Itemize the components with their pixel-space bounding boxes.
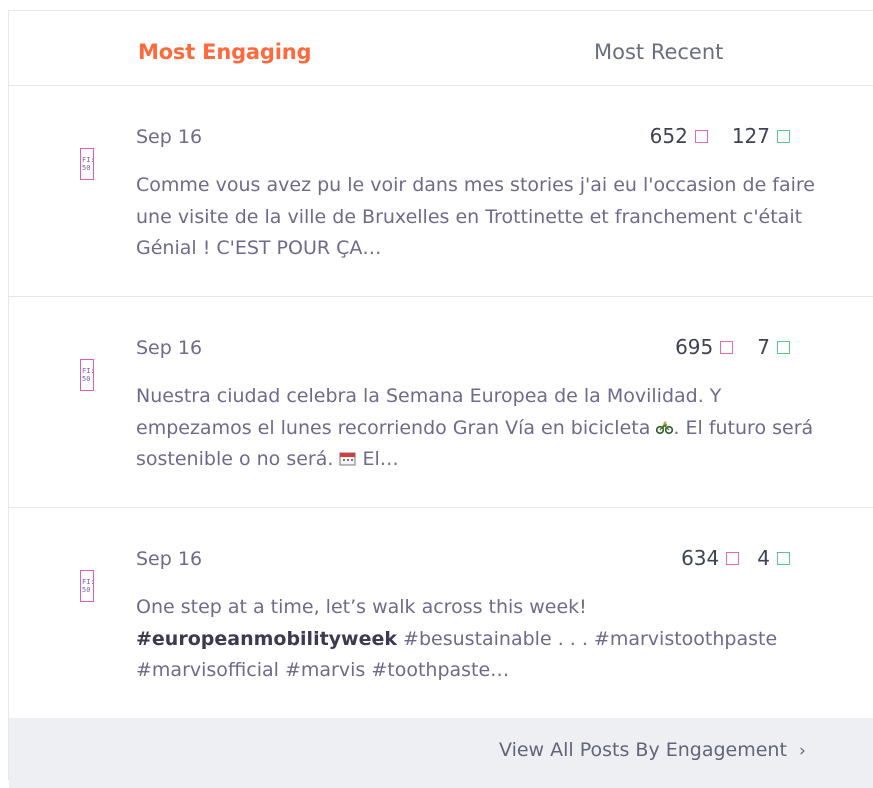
calendar-icon <box>339 452 356 466</box>
comment-count: 4 <box>757 546 770 570</box>
comment-icon <box>777 129 790 143</box>
bicycle-icon <box>656 421 674 434</box>
post-thumbnail[interactable]: FI: 50 <box>80 359 94 391</box>
post-text[interactable]: Comme vous avez pu le voir dans mes stor… <box>136 170 816 265</box>
post-text[interactable]: Nuestra ciudad celebra la Semana Europea… <box>136 381 816 476</box>
chevron-right-icon: › <box>798 741 806 761</box>
post-thumbnail[interactable]: FI: 50 <box>80 148 94 180</box>
post-stats: 652 127 <box>650 124 790 148</box>
post-hashtag-bold[interactable]: #europeanmobilityweek <box>136 628 397 650</box>
post-row[interactable]: FI: 50 Sep 16 634 4 One step at a time, … <box>9 508 873 719</box>
post-text-part: El… <box>356 448 399 470</box>
post-text-part: Nuestra ciudad celebra la Semana Europea… <box>136 385 722 439</box>
post-date: Sep 16 <box>136 548 203 570</box>
comment-icon <box>777 340 790 354</box>
post-row[interactable]: FI: 50 Sep 16 652 127 Comme vous avez pu… <box>9 86 873 297</box>
post-text-part: One step at a time, let’s walk across th… <box>136 596 587 618</box>
top-posts-panel: Most Engaging Most Recent FI: 50 Sep 16 … <box>8 10 873 788</box>
comment-count: 7 <box>757 335 770 359</box>
post-row[interactable]: FI: 50 Sep 16 695 7 Nuestra ciudad celeb… <box>9 297 873 508</box>
view-all-posts-link[interactable]: View All Posts By Engagement › <box>499 739 806 761</box>
panel-footer: View All Posts By Engagement › <box>9 718 873 788</box>
comment-count: 127 <box>731 124 770 148</box>
post-thumbnail[interactable]: FI: 50 <box>80 570 94 602</box>
post-date: Sep 16 <box>136 337 203 359</box>
tab-bar: Most Engaging Most Recent <box>9 11 873 86</box>
post-text[interactable]: One step at a time, let’s walk across th… <box>136 592 816 687</box>
engagement-count: 634 <box>681 546 720 570</box>
engagement-count: 695 <box>675 335 714 359</box>
engagement-icon <box>720 340 734 354</box>
tab-most-recent[interactable]: Most Recent <box>594 39 723 65</box>
view-all-label: View All Posts By Engagement <box>499 739 787 761</box>
engagement-count: 652 <box>649 124 688 148</box>
post-stats: 695 7 <box>675 335 790 359</box>
post-stats: 634 4 <box>681 546 790 570</box>
comment-icon <box>777 551 790 565</box>
engagement-icon <box>726 551 740 565</box>
engagement-icon <box>694 129 708 143</box>
tab-most-engaging[interactable]: Most Engaging <box>138 39 311 65</box>
post-date: Sep 16 <box>136 126 203 148</box>
